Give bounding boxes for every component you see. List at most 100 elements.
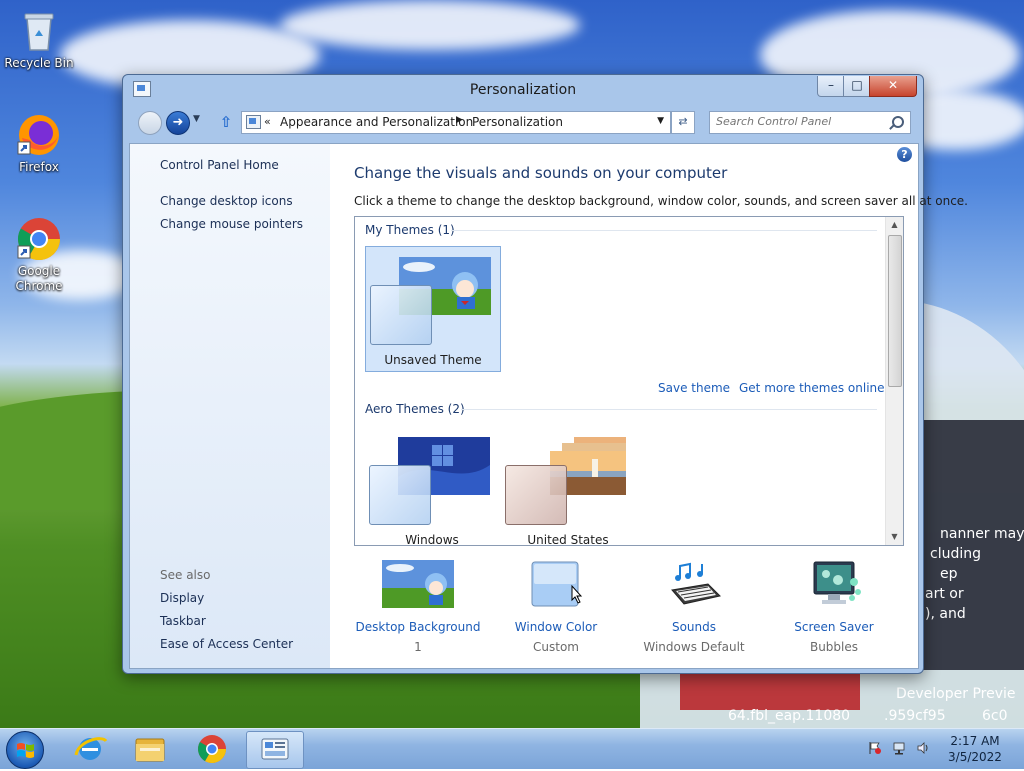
help-icon[interactable]: ? xyxy=(897,147,912,162)
setting-label[interactable]: Sounds xyxy=(624,620,764,634)
aero-themes-header[interactable]: Aero Themes (2) xyxy=(365,402,465,416)
control-panel-home-link[interactable]: Control Panel Home xyxy=(160,158,279,172)
personalization-window: Personalization – □ ✕ ➜ ▼ ⇧ « Appearance… xyxy=(122,74,968,674)
watermark-line: ), and xyxy=(925,606,966,622)
internet-explorer-icon xyxy=(74,737,108,760)
sounds-setting[interactable]: Sounds Windows Default xyxy=(624,560,764,654)
watermark-line: nanner may xyxy=(940,526,1024,542)
network-icon[interactable] xyxy=(892,741,906,755)
group-divider xyxy=(451,230,877,231)
page-title: Change the visuals and sounds on your co… xyxy=(354,164,728,182)
close-button[interactable]: ✕ xyxy=(869,76,917,97)
back-button[interactable] xyxy=(138,111,162,135)
watermark-line: art or xyxy=(925,586,964,602)
setting-label[interactable]: Desktop Background xyxy=(348,620,488,634)
setting-value: Bubbles xyxy=(809,640,859,654)
control-panel-icon xyxy=(261,738,289,760)
cloud xyxy=(280,0,580,50)
desktop-icon-label: Firefox xyxy=(19,160,59,174)
scroll-up-arrow-icon[interactable]: ▲ xyxy=(886,217,903,233)
setting-value: 1 xyxy=(414,640,422,654)
sounds-icon xyxy=(658,560,730,608)
setting-value: Custom xyxy=(533,640,579,654)
breadcrumb-separator-icon[interactable]: ▶ xyxy=(456,115,463,125)
taskbar-link[interactable]: Taskbar xyxy=(160,614,206,628)
theme-name: Windows xyxy=(405,533,459,546)
window-color-icon xyxy=(520,560,592,608)
theme-name: United States xyxy=(527,533,609,546)
change-mouse-pointers-link[interactable]: Change mouse pointers xyxy=(160,217,303,231)
clock-date[interactable]: 3/5/2022 xyxy=(940,750,1010,764)
action-center-flag-icon[interactable] xyxy=(868,741,882,755)
desktop-background-setting[interactable]: Desktop Background 1 xyxy=(348,560,488,654)
desktop-icon-recycle-bin[interactable]: Recycle Bin xyxy=(1,8,77,71)
scroll-down-arrow-icon[interactable]: ▼ xyxy=(886,529,903,545)
address-dropdown-icon[interactable]: ▼ xyxy=(657,116,664,126)
taskbar-google-chrome[interactable] xyxy=(184,731,240,767)
chrome-icon xyxy=(198,735,226,763)
breadcrumb-personalization[interactable]: Personalization xyxy=(472,115,563,129)
desktop-icon-label: Google Chrome xyxy=(15,264,63,293)
theme-window-color-preview xyxy=(369,465,431,525)
desktop-background-icon xyxy=(382,560,454,608)
search-icon[interactable] xyxy=(892,116,904,128)
clock-time[interactable]: 2:17 AM xyxy=(940,734,1010,748)
window-color-setting[interactable]: Window Color Custom xyxy=(486,560,626,654)
page-description: Click a theme to change the desktop back… xyxy=(354,194,968,208)
content-area: Control Panel Home Change desktop icons … xyxy=(129,143,968,669)
task-pane: Control Panel Home Change desktop icons … xyxy=(130,144,330,668)
change-desktop-icons-link[interactable]: Change desktop icons xyxy=(160,194,293,208)
theme-tile-windows[interactable]: Windows xyxy=(365,427,499,546)
window-title: Personalization xyxy=(469,82,577,98)
recycle-bin-icon xyxy=(16,8,62,54)
volume-icon[interactable] xyxy=(916,741,930,755)
control-panel-icon xyxy=(246,115,261,129)
theme-tile-unsaved[interactable]: Unsaved Theme xyxy=(365,246,501,372)
watermark-line: Developer Previe xyxy=(896,686,1016,702)
setting-label[interactable]: Screen Saver xyxy=(764,620,904,634)
desktop-icon-label: Recycle Bin xyxy=(4,56,74,70)
chrome-icon xyxy=(16,216,62,262)
navigation-bar: ➜ ▼ ⇧ « Appearance and Personalization ▶… xyxy=(123,107,923,137)
watermark-line: 6c0 xyxy=(982,708,1008,724)
taskbar: 2:17 AM 3/5/2022 xyxy=(0,728,1024,769)
screen-saver-setting[interactable]: Screen Saver Bubbles xyxy=(764,560,904,654)
see-also-heading: See also xyxy=(160,568,211,582)
ease-of-access-center-link[interactable]: Ease of Access Center xyxy=(160,637,293,651)
search-input[interactable] xyxy=(710,112,886,131)
breadcrumb-prefix[interactable]: « xyxy=(264,115,271,128)
taskbar-control-panel[interactable] xyxy=(246,731,304,769)
address-bar[interactable]: « Appearance and Personalization ▶ Perso… xyxy=(241,111,671,134)
folder-icon xyxy=(135,738,165,762)
maximize-button[interactable]: □ xyxy=(843,76,871,97)
scrollbar-thumb[interactable] xyxy=(888,235,902,387)
recent-pages-dropdown-icon[interactable]: ▼ xyxy=(193,114,200,124)
taskbar-file-explorer[interactable] xyxy=(122,731,178,767)
minimize-button[interactable]: – xyxy=(817,76,845,97)
theme-tile-united-states[interactable]: United States xyxy=(501,427,650,546)
taskbar-internet-explorer[interactable] xyxy=(62,731,118,767)
watermark-line: 64.fbl_eap.11080 xyxy=(728,708,851,724)
search-box[interactable] xyxy=(709,111,911,134)
display-link[interactable]: Display xyxy=(160,591,204,605)
theme-window-color-preview xyxy=(370,285,432,345)
windows-logo-icon xyxy=(17,743,34,758)
forward-button[interactable]: ➜ xyxy=(166,111,190,135)
setting-label[interactable]: Window Color xyxy=(486,620,626,634)
desktop-icon-firefox[interactable]: Firefox xyxy=(1,112,77,175)
breadcrumb-appearance-and-personalization[interactable]: Appearance and Personalization xyxy=(280,115,473,129)
start-button[interactable] xyxy=(6,731,44,769)
main-pane: ? Change the visuals and sounds on your … xyxy=(330,144,968,668)
setting-value: Windows Default xyxy=(643,640,745,654)
themes-scrollbar[interactable]: ▲ ▼ xyxy=(885,217,903,545)
refresh-button[interactable]: ⇄ xyxy=(671,111,695,134)
screen-saver-icon xyxy=(798,560,870,608)
up-arrow-icon[interactable]: ⇧ xyxy=(217,113,235,131)
title-bar[interactable]: Personalization – □ ✕ xyxy=(123,75,923,105)
watermark-line: .959cf95 xyxy=(884,708,946,724)
firefox-icon xyxy=(16,112,62,158)
save-theme-link[interactable]: Save theme xyxy=(658,381,730,395)
get-more-themes-online-link[interactable]: Get more themes online xyxy=(739,381,885,395)
desktop-icon-google-chrome[interactable]: Google Chrome xyxy=(1,216,77,294)
my-themes-header[interactable]: My Themes (1) xyxy=(365,223,455,237)
